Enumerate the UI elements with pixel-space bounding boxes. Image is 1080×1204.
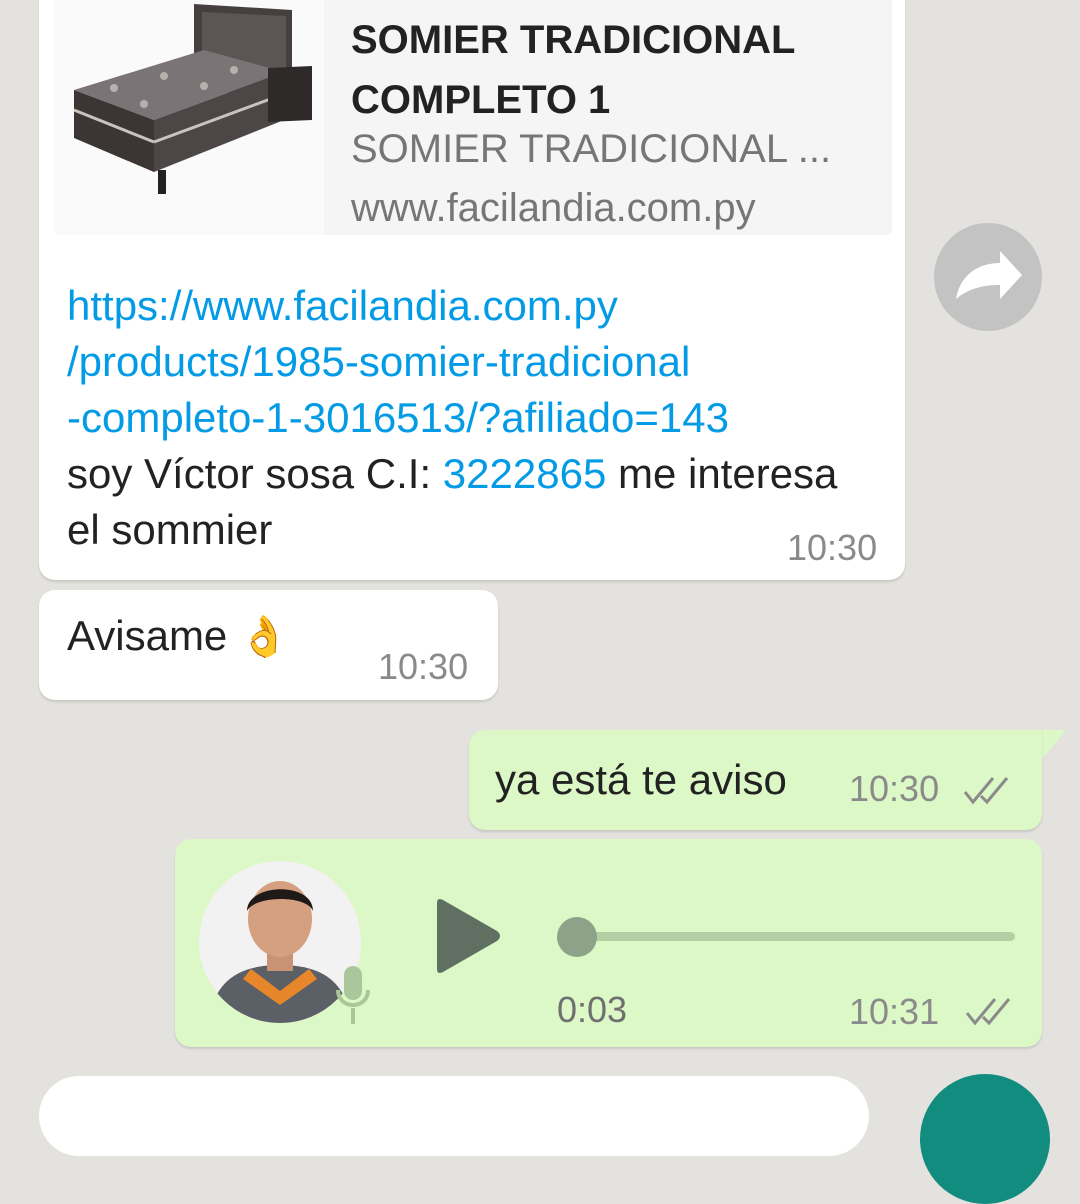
link-preview-card[interactable]: SOMIER TRADICIONAL COMPLETO 1 SOMIER TRA… [54, 0, 892, 235]
message-input-bar[interactable] [39, 1076, 869, 1156]
url-link-line-2[interactable]: /products/1985-somier-tradicional [67, 334, 867, 390]
preview-title: SOMIER TRADICIONAL COMPLETO 1 [351, 18, 795, 122]
preview-domain: www.facilandia.com.py [351, 186, 756, 230]
bubble-tail [1038, 730, 1066, 764]
forward-icon [956, 251, 1022, 299]
ok-hand-emoji: 👌 [238, 615, 289, 659]
outgoing-message-reply[interactable]: ya está te aviso 10:30 [469, 730, 1042, 830]
voice-duration: 0:03 [557, 989, 628, 1030]
message-body: https://www.facilandia.com.py /products/… [67, 278, 867, 558]
outgoing-voice-message[interactable]: 0:03 10:31 [175, 839, 1042, 1047]
mic-icon [336, 966, 370, 1024]
send-button[interactable] [920, 1074, 1050, 1204]
play-button[interactable] [433, 897, 503, 980]
play-icon [437, 899, 500, 973]
double-check-icon [963, 777, 1009, 805]
message-time: 10:30 [787, 527, 878, 568]
url-link-line-1[interactable]: https://www.facilandia.com.py [67, 278, 867, 334]
message-time: 10:31 [849, 991, 940, 1032]
incoming-message-avisame[interactable]: Avisame 👌 10:30 [39, 590, 498, 700]
message-text: Avisame 👌 [67, 612, 289, 660]
voice-seek-handle[interactable] [557, 917, 597, 957]
forward-button[interactable] [934, 223, 1042, 331]
avisame-text: Avisame [67, 612, 228, 659]
message-text: ya está te aviso [495, 756, 787, 803]
voice-seek-track[interactable] [575, 932, 1015, 941]
preview-description: SOMIER TRADICIONAL ... [351, 127, 832, 171]
message-time: 10:30 [849, 768, 940, 809]
message-time: 10:30 [378, 646, 469, 687]
url-link-line-3[interactable]: -completo-1-3016513/?afiliado=143 [67, 390, 867, 446]
id-number-link[interactable]: 3222865 [443, 450, 607, 497]
message-text: soy Víctor sosa C.I: [67, 450, 443, 497]
product-thumbnail [54, 0, 324, 235]
double-check-icon [965, 998, 1011, 1026]
incoming-message-link[interactable]: SOMIER TRADICIONAL COMPLETO 1 SOMIER TRA… [39, 0, 905, 580]
